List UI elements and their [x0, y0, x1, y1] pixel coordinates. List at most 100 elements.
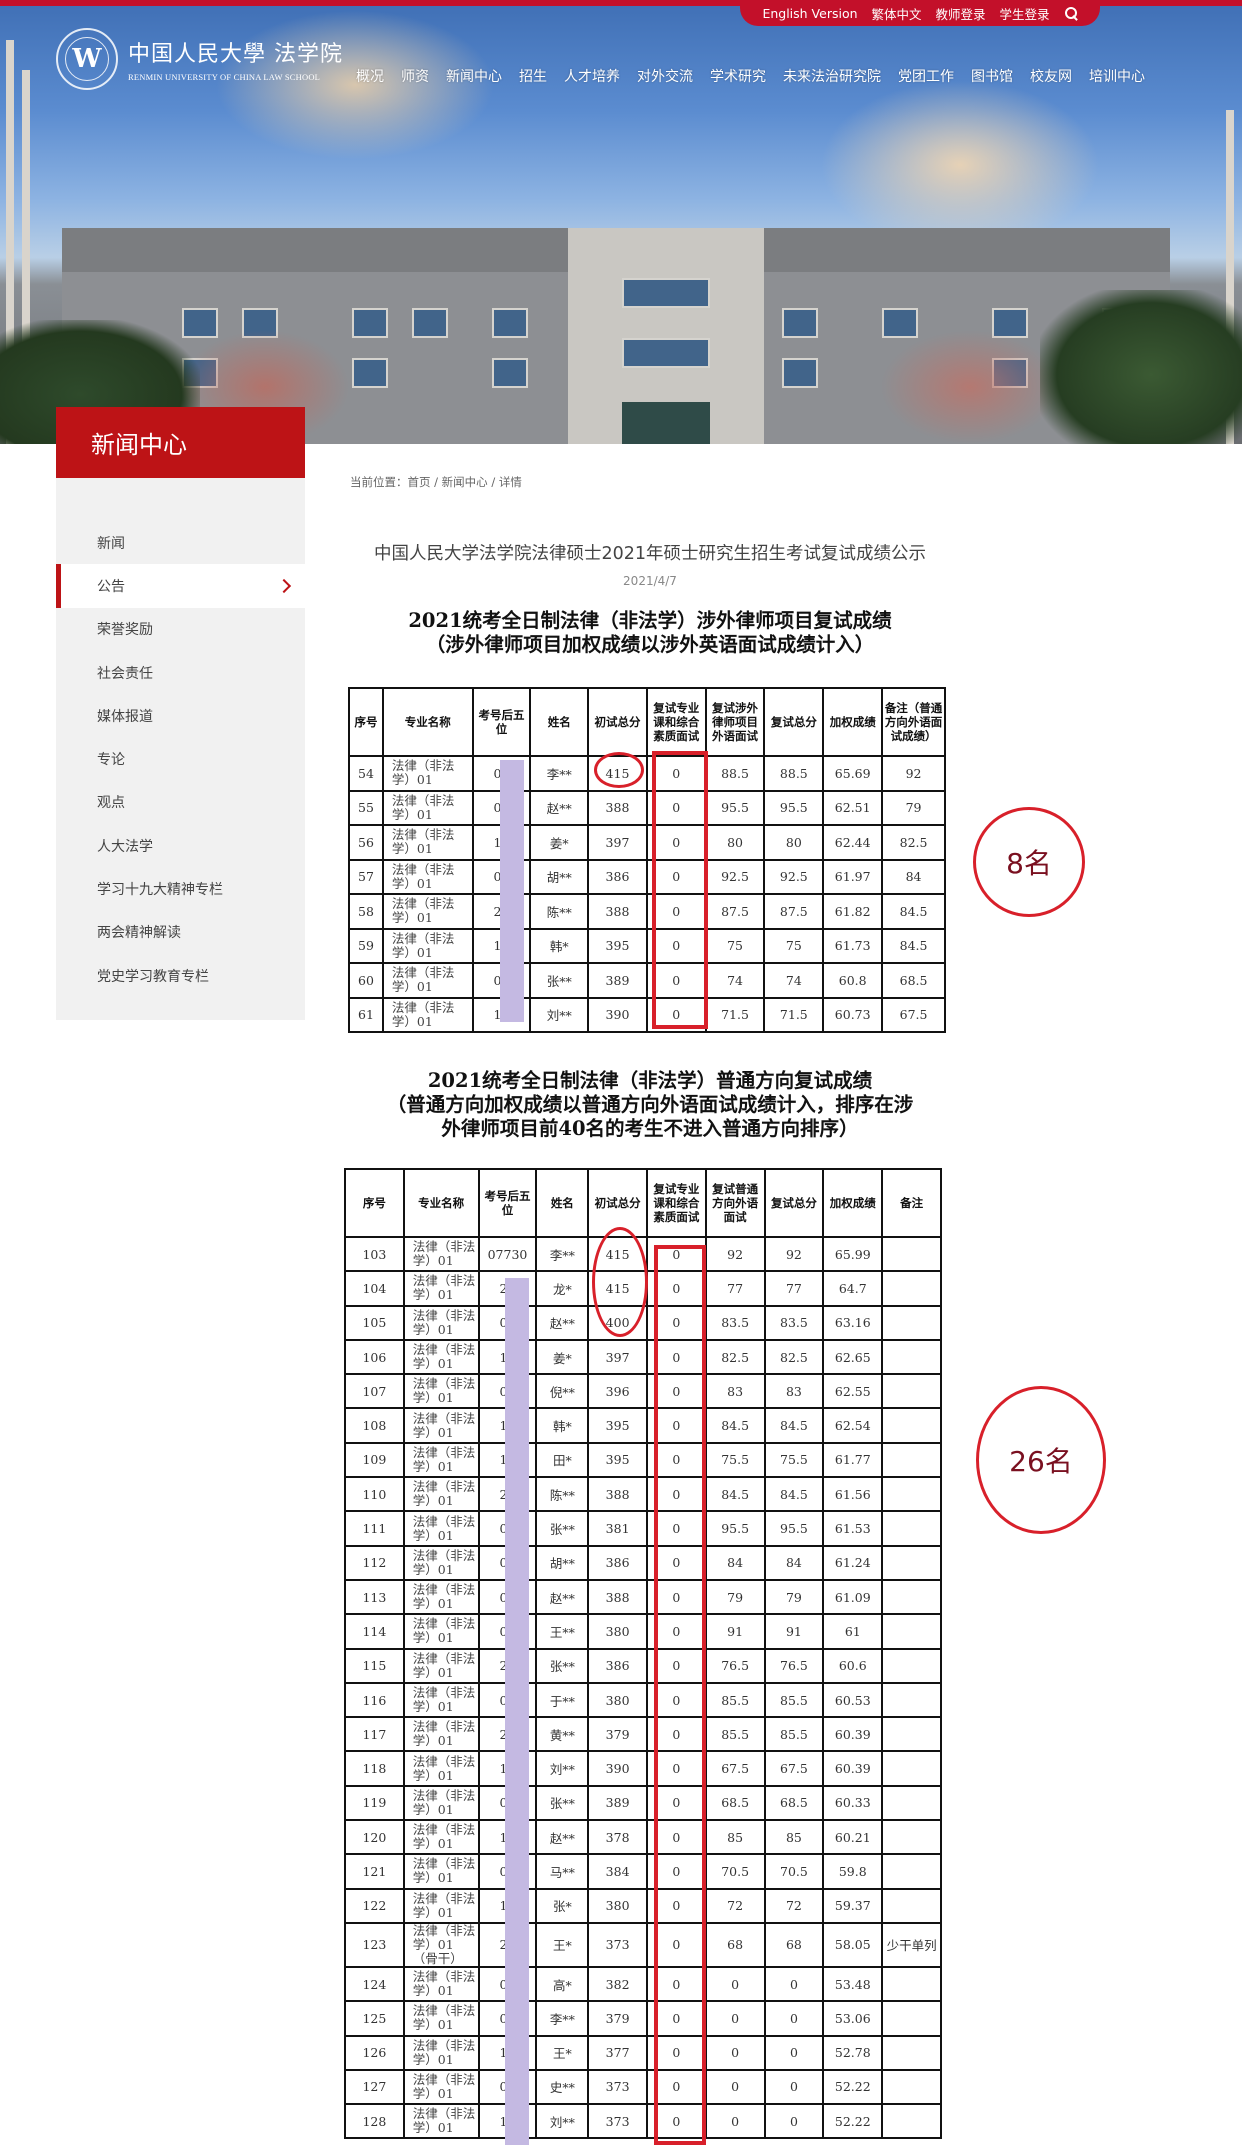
table-cell: 121 — [344, 1853, 405, 1890]
table-cell: 106 — [344, 1338, 405, 1376]
table-row: 54法律（非法学）0107李**415088.588.565.6992 — [348, 755, 946, 792]
nav-item[interactable]: 概况 — [356, 66, 384, 86]
sidebar-item[interactable]: 媒体报道 — [56, 694, 305, 737]
sidebar-item[interactable]: 公告 — [56, 564, 305, 608]
table-cell: 85 — [763, 1819, 825, 1856]
table-cell: 法律（非法学）01 — [402, 2034, 480, 2071]
table-cell: 62.44 — [822, 824, 884, 861]
table-row: 112法律（非法学）0107胡**3860848461.24 — [344, 1544, 942, 1581]
table-cell: 123 — [344, 1921, 405, 1968]
table-foreign-lawyer-scores: 序号 专业名称 考号后五位 姓名 初试总分 复试专业课和综合素质面试 复试涉外律师项目外语面… — [348, 687, 946, 1033]
column-header: 复试总分 — [763, 1168, 825, 1238]
table-cell: 373 — [587, 1921, 648, 1968]
table-cell: 61.82 — [822, 893, 884, 930]
table-cell — [881, 2000, 942, 2037]
english-version-link[interactable]: English Version — [762, 6, 857, 21]
table-cell: 陈** — [535, 1476, 590, 1513]
table-cell: 姜* — [529, 824, 590, 861]
column-header: 复试专业课和综合素质面试 — [646, 1168, 707, 1238]
table-cell: 韩* — [529, 927, 590, 964]
traditional-chinese-link[interactable]: 繁体中文 — [872, 4, 922, 23]
table-cell — [881, 1784, 942, 1822]
table-cell: 刘** — [535, 2103, 590, 2140]
table-cell: 68 — [704, 1921, 766, 1968]
chevron-right-icon — [276, 578, 292, 594]
table-cell: 0 — [763, 2000, 825, 2037]
table-cell: 法律（非法学）01 — [402, 1441, 480, 1479]
table-cell: 95.5 — [704, 789, 766, 826]
table-cell: 55 — [348, 789, 384, 826]
sidebar-item[interactable]: 荣誉奖励 — [56, 608, 305, 651]
table-cell — [881, 1407, 942, 1444]
table-row: 128法律（非法学）0117刘**37300052.22 — [344, 2103, 942, 2140]
table-cell: 112 — [344, 1544, 405, 1581]
sidebar-item[interactable]: 专论 — [56, 737, 305, 780]
table-cell: 张** — [535, 1510, 590, 1547]
table-cell: 84.5 — [763, 1476, 825, 1513]
table-cell: 60.53 — [822, 1681, 884, 1719]
nav-item[interactable]: 对外交流 — [637, 66, 693, 86]
table-cell: 74 — [704, 962, 766, 999]
nav-item[interactable]: 招生 — [519, 66, 547, 86]
nav-item[interactable]: 未来法治研究院 — [783, 66, 881, 86]
sidebar-item[interactable]: 新闻 — [56, 521, 305, 564]
table-cell — [881, 1235, 942, 1273]
table-cell: 75.5 — [704, 1441, 766, 1479]
table-cell: 84.5 — [881, 893, 946, 930]
table-cell: 76.5 — [704, 1647, 766, 1684]
nav-item[interactable]: 新闻中心 — [446, 66, 502, 86]
table-cell: 68.5 — [881, 962, 946, 999]
table-cell: 田* — [535, 1441, 590, 1479]
nav-item[interactable]: 培训中心 — [1089, 66, 1145, 86]
table-cell: 62.55 — [822, 1373, 884, 1410]
table-cell: 125 — [344, 2000, 405, 2037]
nav-item[interactable]: 师资 — [401, 66, 429, 86]
table-cell: 82.5 — [881, 824, 946, 861]
table-cell: 61.97 — [822, 858, 884, 895]
table-cell — [881, 2068, 942, 2106]
table-cell: 法律（非法学）01 — [381, 789, 474, 826]
sidebar-item[interactable]: 观点 — [56, 781, 305, 824]
nav-item[interactable]: 校友网 — [1030, 66, 1072, 86]
table-cell — [881, 1373, 942, 1410]
table-cell: 395 — [587, 1441, 648, 1479]
table-cell: 126 — [344, 2034, 405, 2071]
column-header: 复试专业课和综合素质面试 — [645, 687, 707, 757]
school-logo[interactable]: W 中国人民大學 法学院 RENMIN UNIVERSITY OF CHINA … — [56, 28, 343, 90]
table-cell — [881, 1304, 942, 1341]
search-icon[interactable] — [1064, 6, 1078, 20]
column-header: 加权成绩 — [822, 687, 884, 757]
table-cell — [881, 1613, 942, 1650]
table-cell: 0 — [704, 2103, 766, 2140]
table-cell: 0 — [704, 2000, 766, 2037]
table-cell: 法律（非法学）01 — [402, 1270, 480, 1307]
nav-item[interactable]: 学术研究 — [710, 66, 766, 86]
table-row: 107法律（非法学）0107倪**3960838362.55 — [344, 1373, 942, 1410]
table-row: 126法律（非法学）0110王*37700052.78 — [344, 2034, 942, 2071]
table-cell: 59.8 — [822, 1853, 884, 1890]
table-cell: 姜* — [535, 1338, 590, 1376]
sidebar-item[interactable]: 两会精神解读 — [56, 911, 305, 954]
teacher-login-link[interactable]: 教师登录 — [936, 4, 986, 23]
sidebar-item[interactable]: 人大法学 — [56, 824, 305, 867]
table-cell: 法律（非法学）01 — [402, 2068, 480, 2106]
table-cell: 法律（非法学）01 — [402, 1510, 480, 1547]
nav-item[interactable]: 图书馆 — [971, 66, 1013, 86]
sidebar-item[interactable]: 社会责任 — [56, 651, 305, 694]
main-nav: 概况 师资 新闻中心 招生 人才培养 对外交流 学术研究 未来法治研究院 党团工… — [356, 66, 1162, 86]
table-cell: 80 — [763, 824, 825, 861]
sidebar-item[interactable]: 学习十九大精神专栏 — [56, 867, 305, 910]
table-cell: 92 — [881, 755, 946, 792]
table-cell: 法律（非法学）01（骨干） — [402, 1921, 480, 1968]
nav-item[interactable]: 人才培养 — [564, 66, 620, 86]
count-annotation-26: 26名 — [976, 1386, 1106, 1534]
table-cell: 379 — [587, 1716, 648, 1753]
student-login-link[interactable]: 学生登录 — [1000, 4, 1050, 23]
table-cell: 64.7 — [822, 1270, 884, 1307]
table-row: 125法律（非法学）0107李**37900053.06 — [344, 2000, 942, 2037]
sidebar-item[interactable]: 党史学习教育专栏 — [56, 954, 305, 997]
column-header: 备注（普通方向外语面试成绩） — [881, 687, 946, 757]
nav-item[interactable]: 党团工作 — [898, 66, 954, 86]
table-cell: 91 — [704, 1613, 766, 1650]
table-cell: 84.5 — [704, 1476, 766, 1513]
